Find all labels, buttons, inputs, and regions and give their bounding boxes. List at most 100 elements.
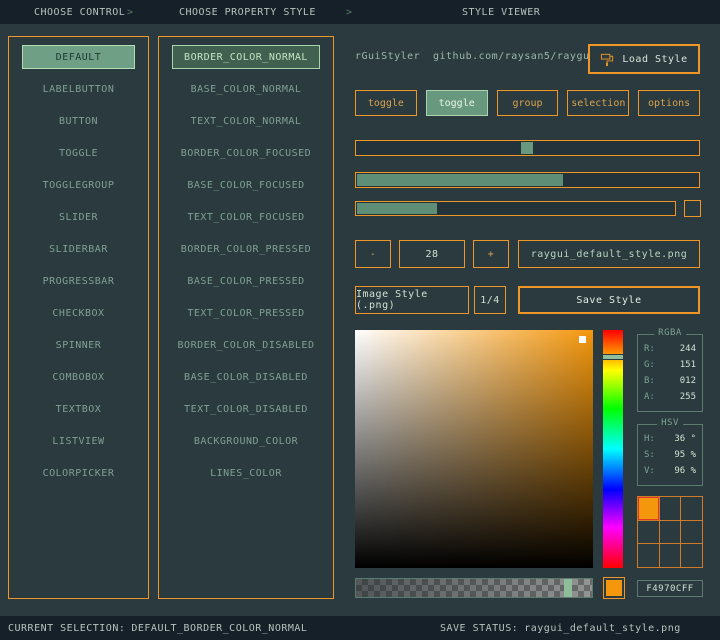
property-item-border-color-disabled[interactable]: BORDER_COLOR_DISABLED [172, 333, 320, 357]
color-picker-gradient[interactable] [355, 330, 593, 568]
breadcrumb-choose-control: CHOOSE CONTROL [34, 7, 125, 18]
demo-sliderbar[interactable] [355, 172, 700, 188]
rgba-values-box: RGBA R: 244 G: 151 B: 012 A: 255 [637, 334, 703, 412]
breadcrumb-separator-icon: > [346, 7, 353, 18]
property-item-base-color-pressed[interactable]: BASE_COLOR_PRESSED [172, 269, 320, 293]
app-name-label: rGuiStyler [355, 51, 420, 62]
demo-progressbar [355, 201, 676, 216]
alpha-handle[interactable] [564, 579, 572, 597]
status-bar: CURRENT SELECTION: DEFAULT_BORDER_COLOR_… [0, 616, 720, 640]
control-item-slider[interactable]: SLIDER [22, 205, 135, 229]
rgba-row-g: G: 151 [638, 357, 702, 373]
control-item-labelbutton[interactable]: LABELBUTTON [22, 77, 135, 101]
control-item-listview[interactable]: LISTVIEW [22, 429, 135, 453]
color-picker-cursor[interactable] [579, 336, 586, 343]
palette-cell[interactable] [660, 497, 681, 520]
properties-list-panel: BORDER_COLOR_NORMAL BASE_COLOR_NORMAL TE… [158, 36, 334, 599]
control-item-spinner[interactable]: SPINNER [22, 333, 135, 357]
toggle-button-selection[interactable]: selection [567, 90, 629, 116]
property-item-background-color[interactable]: BACKGROUND_COLOR [172, 429, 320, 453]
demo-slider[interactable] [355, 140, 700, 156]
hue-bar[interactable] [603, 330, 623, 568]
progress-value-box[interactable] [684, 200, 701, 217]
palette-cell[interactable] [660, 544, 681, 567]
rgba-title: RGBA [654, 328, 686, 338]
palette-cell[interactable] [660, 521, 681, 544]
property-item-base-color-disabled[interactable]: BASE_COLOR_DISABLED [172, 365, 320, 389]
current-selection-label: CURRENT SELECTION: [8, 623, 125, 634]
filename-textbox[interactable]: raygui_default_style.png [518, 240, 700, 268]
load-style-button[interactable]: Load Style [588, 44, 700, 74]
property-item-base-color-normal[interactable]: BASE_COLOR_NORMAL [172, 77, 320, 101]
combobox-counter[interactable]: 1/4 [474, 286, 506, 314]
save-status-label: SAVE STATUS: [440, 623, 518, 634]
g-label: G: [644, 360, 655, 370]
toggle-button-0[interactable]: toggle [355, 90, 417, 116]
b-label: B: [644, 376, 655, 386]
r-label: R: [644, 344, 655, 354]
g-value: 151 [680, 360, 696, 370]
hue-handle[interactable] [603, 354, 623, 360]
v-value: 96 % [674, 466, 696, 476]
palette-cell[interactable] [681, 521, 702, 544]
toggle-button-group[interactable]: group [497, 90, 559, 116]
toggle-group: toggle toggle group selection options [355, 90, 700, 116]
toggle-button-1-active[interactable]: toggle [426, 90, 488, 116]
control-item-default[interactable]: DEFAULT [22, 45, 135, 69]
color-palette-grid [637, 496, 703, 568]
control-item-toggle[interactable]: TOGGLE [22, 141, 135, 165]
control-item-checkbox[interactable]: CHECKBOX [22, 301, 135, 325]
property-item-border-color-focused[interactable]: BORDER_COLOR_FOCUSED [172, 141, 320, 165]
palette-cell[interactable] [638, 521, 659, 544]
h-label: H: [644, 434, 655, 444]
save-status-value: raygui_default_style.png [524, 623, 681, 634]
control-item-sliderbar[interactable]: SLIDERBAR [22, 237, 135, 261]
breadcrumb-choose-property: CHOOSE PROPERTY STYLE [179, 7, 316, 18]
property-item-text-color-pressed[interactable]: TEXT_COLOR_PRESSED [172, 301, 320, 325]
hex-value-textbox[interactable]: F4970CFF [637, 580, 703, 597]
repo-link[interactable]: github.com/raysan5/raygui [433, 51, 596, 62]
control-item-button[interactable]: BUTTON [22, 109, 135, 133]
spinner-increment-button[interactable]: + [473, 240, 509, 268]
property-item-border-color-pressed[interactable]: BORDER_COLOR_PRESSED [172, 237, 320, 261]
control-item-textbox[interactable]: TEXTBOX [22, 397, 135, 421]
property-item-base-color-focused[interactable]: BASE_COLOR_FOCUSED [172, 173, 320, 197]
property-item-text-color-focused[interactable]: TEXT_COLOR_FOCUSED [172, 205, 320, 229]
palette-cell[interactable] [681, 544, 702, 567]
spinner-decrement-button[interactable]: - [355, 240, 391, 268]
rgba-row-r: R: 244 [638, 341, 702, 357]
property-item-border-color-normal[interactable]: BORDER_COLOR_NORMAL [172, 45, 320, 69]
palette-cell[interactable] [638, 544, 659, 567]
breadcrumb-separator-icon: > [127, 7, 134, 18]
a-value: 255 [680, 392, 696, 402]
hsv-row-v: V: 96 % [638, 463, 702, 479]
paint-roller-icon [600, 52, 615, 67]
hsv-values-box: HSV H: 36 ° S: 95 % V: 96 % [637, 424, 703, 486]
current-selection-value: DEFAULT_BORDER_COLOR_NORMAL [131, 623, 307, 634]
control-item-combobox[interactable]: COMBOBOX [22, 365, 135, 389]
alpha-gradient-overlay [356, 579, 592, 597]
spinner-value-box[interactable]: 28 [399, 240, 465, 268]
alpha-bar[interactable] [355, 578, 593, 598]
control-item-colorpicker[interactable]: COLORPICKER [22, 461, 135, 485]
palette-cell-current[interactable] [638, 497, 659, 520]
toggle-button-options[interactable]: options [638, 90, 700, 116]
hsv-row-h: H: 36 ° [638, 431, 702, 447]
property-item-lines-color[interactable]: LINES_COLOR [172, 461, 320, 485]
property-item-text-color-disabled[interactable]: TEXT_COLOR_DISABLED [172, 397, 320, 421]
save-status: SAVE STATUS: raygui_default_style.png [440, 623, 681, 634]
top-bar: CHOOSE CONTROL > CHOOSE PROPERTY STYLE >… [0, 0, 720, 24]
slider-handle[interactable] [521, 142, 533, 154]
controls-list-panel: DEFAULT LABELBUTTON BUTTON TOGGLE TOGGLE… [8, 36, 149, 599]
control-item-togglegroup[interactable]: TOGGLEGROUP [22, 173, 135, 197]
property-item-text-color-normal[interactable]: TEXT_COLOR_NORMAL [172, 109, 320, 133]
rgba-row-b: B: 012 [638, 373, 702, 389]
control-item-progressbar[interactable]: PROGRESSBAR [22, 269, 135, 293]
b-value: 012 [680, 376, 696, 386]
current-color-swatch[interactable] [603, 577, 625, 599]
load-style-label: Load Style [622, 54, 687, 65]
palette-cell[interactable] [681, 497, 702, 520]
image-style-combobox[interactable]: Image Style (.png) [355, 286, 469, 314]
s-value: 95 % [674, 450, 696, 460]
save-style-button[interactable]: Save Style [518, 286, 700, 314]
